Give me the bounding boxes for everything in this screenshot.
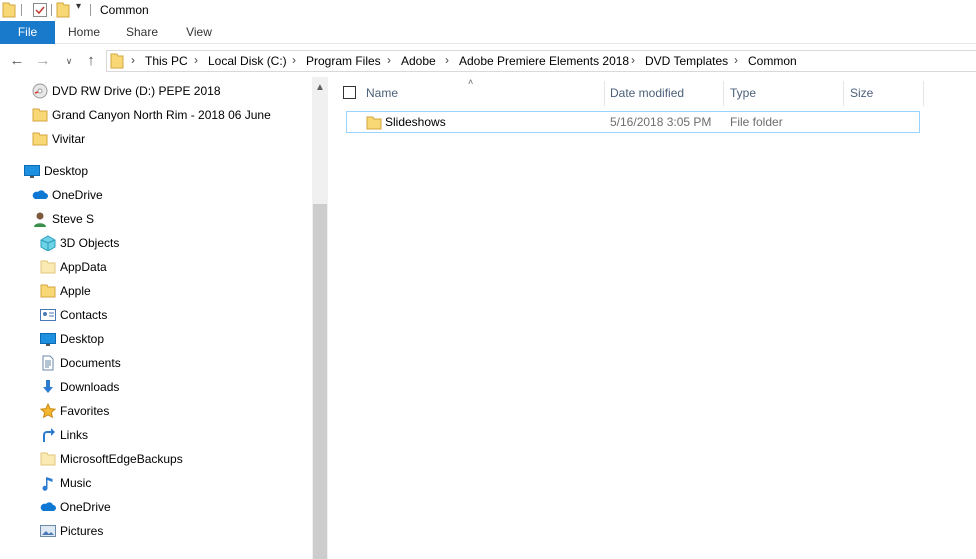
tab-file[interactable]: File bbox=[0, 21, 55, 44]
nav-item-label: Vivitar bbox=[52, 132, 86, 146]
column-divider[interactable] bbox=[843, 81, 844, 106]
scroll-up-arrow-icon[interactable]: ▲ bbox=[312, 80, 328, 96]
tab-home[interactable]: Home bbox=[60, 21, 108, 44]
forward-arrow-icon[interactable]: → bbox=[34, 52, 52, 70]
folder-icon bbox=[40, 284, 56, 298]
breadcrumb-separator-icon[interactable]: › bbox=[734, 53, 738, 67]
up-arrow-icon[interactable]: ↑ bbox=[82, 52, 100, 70]
select-all-checkbox[interactable] bbox=[343, 86, 356, 99]
nav-item-label: Documents bbox=[60, 356, 121, 370]
links-icon bbox=[43, 428, 55, 442]
file-date-modified: 5/16/2018 3:05 PM bbox=[610, 115, 712, 129]
nav-item-label: Apple bbox=[60, 284, 91, 298]
downloads-icon bbox=[43, 380, 53, 393]
recent-locations-chevron-icon[interactable]: ∨ bbox=[60, 52, 78, 70]
nav-item-label: Desktop bbox=[44, 164, 89, 178]
music-icon bbox=[42, 477, 53, 491]
scrollbar-thumb[interactable] bbox=[313, 204, 327, 559]
file-list-pane: ˄ Name Date modified Type Size Slideshow… bbox=[328, 77, 976, 559]
column-header-date-modified[interactable]: Date modified bbox=[610, 81, 722, 106]
breadcrumb-separator-icon[interactable]: › bbox=[131, 53, 135, 67]
nav-item-label: Desktop bbox=[60, 332, 105, 346]
star-icon bbox=[40, 403, 56, 419]
breadcrumb-adobe[interactable]: Adobe bbox=[401, 54, 436, 68]
new-folder-icon[interactable] bbox=[56, 2, 70, 18]
folder-icon bbox=[32, 132, 48, 146]
window-title: Common bbox=[100, 3, 149, 17]
contacts-icon bbox=[40, 309, 56, 321]
dvd-drive-icon bbox=[32, 83, 48, 99]
desktop-icon bbox=[24, 165, 40, 178]
breadcrumb-separator-icon[interactable]: › bbox=[292, 53, 296, 67]
column-header-size[interactable]: Size bbox=[850, 81, 922, 106]
nav-item-label: Contacts bbox=[60, 308, 108, 322]
nav-item-label: Links bbox=[60, 428, 89, 442]
nav-item-label: Downloads bbox=[60, 380, 120, 394]
onedrive-icon bbox=[32, 190, 48, 199]
breadcrumb-separator-icon[interactable]: › bbox=[445, 53, 449, 67]
title-bar: ▾ Common bbox=[0, 0, 976, 21]
column-header-name[interactable]: Name bbox=[366, 81, 604, 106]
nav-item-label: OneDrive bbox=[52, 188, 103, 202]
address-bar[interactable]: › This PC › Local Disk (C:) › Program Fi… bbox=[106, 50, 976, 72]
file-type: File folder bbox=[730, 115, 783, 129]
nav-item-label: DVD RW Drive (D:) PEPE 2018 bbox=[52, 84, 221, 98]
folder-icon bbox=[366, 116, 382, 130]
breadcrumb-dvd-templates[interactable]: DVD Templates bbox=[645, 54, 728, 68]
nav-item-label: Steve S bbox=[52, 212, 95, 226]
pictures-icon bbox=[40, 525, 56, 537]
column-divider[interactable] bbox=[923, 81, 924, 106]
nav-item-label: Music bbox=[60, 476, 92, 490]
title-separator bbox=[90, 4, 91, 16]
folder-pale-icon bbox=[40, 452, 56, 466]
nav-item-label: Favorites bbox=[60, 404, 110, 418]
column-divider[interactable] bbox=[604, 81, 605, 106]
quick-access-separator bbox=[51, 4, 52, 16]
breadcrumb-local-disk[interactable]: Local Disk (C:) bbox=[208, 54, 287, 68]
desktop-icon bbox=[40, 333, 56, 346]
tab-share[interactable]: Share bbox=[118, 21, 166, 44]
breadcrumb-separator-icon[interactable]: › bbox=[631, 53, 635, 67]
nav-item-label: Pictures bbox=[60, 524, 104, 538]
nav-item-label: 3D Objects bbox=[60, 236, 120, 250]
nav-item-label: OneDrive bbox=[60, 500, 111, 514]
customize-toolbar-chevron-icon[interactable]: ▾ bbox=[76, 1, 81, 12]
quick-access-separator bbox=[21, 4, 22, 16]
tab-view[interactable]: View bbox=[175, 21, 223, 44]
3d-objects-icon bbox=[40, 235, 56, 251]
breadcrumb-separator-icon[interactable]: › bbox=[387, 53, 391, 67]
nav-item-label: MicrosoftEdgeBackups bbox=[60, 452, 183, 466]
file-name: Slideshows bbox=[385, 115, 446, 129]
folder-icon bbox=[32, 108, 48, 122]
breadcrumb-premiere-elements[interactable]: Adobe Premiere Elements 2018 bbox=[459, 54, 629, 68]
documents-icon bbox=[42, 355, 54, 371]
column-divider[interactable] bbox=[723, 81, 724, 106]
nav-item-label: AppData bbox=[60, 260, 107, 274]
folder-icon bbox=[2, 2, 16, 18]
ribbon-tabs: File Home Share View bbox=[0, 21, 976, 44]
folder-icon bbox=[110, 53, 124, 69]
back-arrow-icon[interactable]: ← bbox=[8, 52, 26, 70]
nav-item-label: Grand Canyon North Rim - 2018 06 June bbox=[52, 108, 271, 122]
breadcrumb-separator-icon[interactable]: › bbox=[194, 53, 198, 67]
breadcrumb-program-files[interactable]: Program Files bbox=[306, 54, 381, 68]
breadcrumb-common[interactable]: Common bbox=[748, 54, 797, 68]
table-row[interactable]: Slideshows 5/16/2018 3:05 PM File folder bbox=[346, 111, 920, 133]
user-icon bbox=[34, 212, 46, 227]
properties-icon[interactable] bbox=[32, 2, 48, 18]
navigation-bar: ← → ∨ ↑ › This PC › Local Disk (C:) › Pr… bbox=[0, 44, 976, 77]
onedrive-icon bbox=[40, 502, 56, 511]
navigation-pane: DVD RW Drive (D:) PEPE 2018 Grand Canyon… bbox=[0, 77, 328, 559]
column-header-type[interactable]: Type bbox=[730, 81, 842, 106]
folder-pale-icon bbox=[40, 260, 56, 274]
breadcrumb-this-pc[interactable]: This PC bbox=[145, 54, 188, 68]
